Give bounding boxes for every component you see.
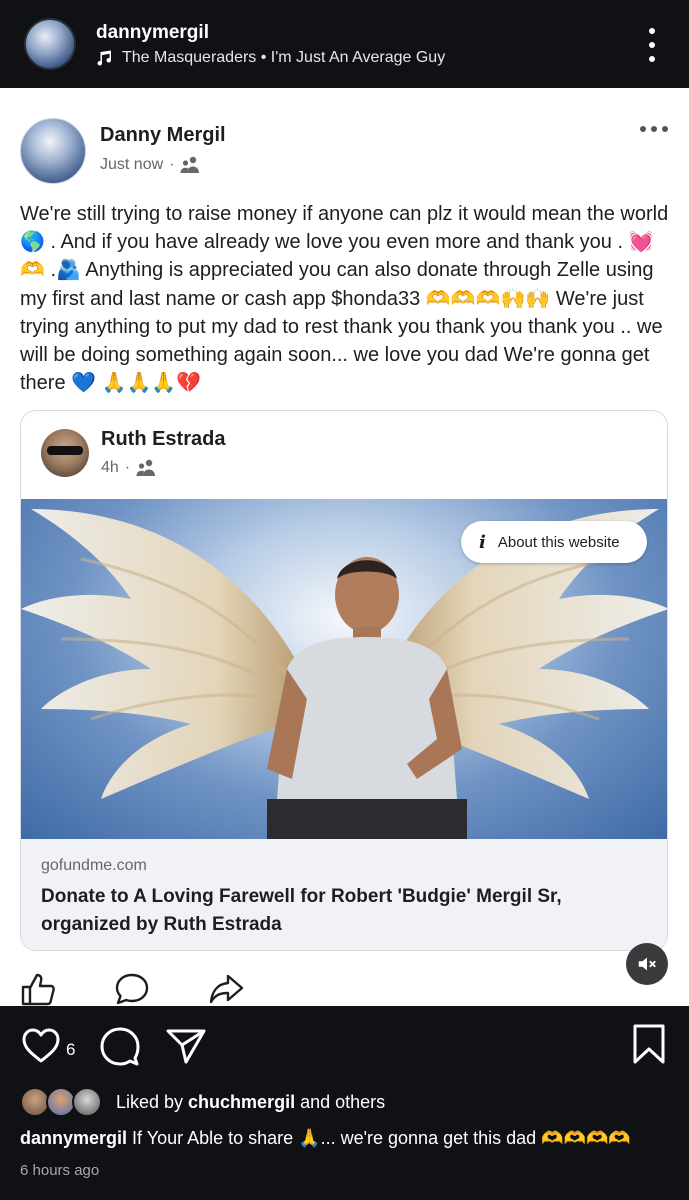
caption-text: If Your Able to share 🙏... we're gonna g…	[127, 1128, 631, 1148]
avatar	[72, 1087, 102, 1117]
link-domain: gofundme.com	[41, 857, 147, 874]
link-title: Donate to A Loving Farewell for Robert '…	[41, 886, 562, 935]
info-icon: i	[479, 531, 486, 553]
fb-post-meta: Just now ·	[100, 156, 200, 174]
mute-button[interactable]	[626, 943, 668, 985]
meta-dot: ·	[169, 156, 175, 173]
more-vertical-icon[interactable]	[640, 28, 664, 62]
friends-icon	[180, 156, 200, 173]
fb-author-avatar[interactable]	[20, 118, 86, 184]
heart-icon[interactable]	[22, 1028, 60, 1064]
link-preview-footer[interactable]: gofundme.com Donate to A Loving Farewell…	[21, 839, 667, 950]
bookmark-icon[interactable]	[632, 1024, 666, 1064]
share-icon[interactable]	[208, 972, 244, 1006]
caption-username[interactable]: dannymergil	[20, 1128, 127, 1148]
liked-by-text: Liked by chuchmergil and others	[116, 1091, 386, 1112]
liked-by-avatars	[20, 1087, 106, 1117]
ig-music-label: The Masqueraders • I'm Just An Average G…	[122, 49, 446, 66]
fb-post-text: We're still trying to raise money if any…	[20, 203, 674, 395]
mute-icon	[638, 957, 656, 971]
meta-dot: ·	[124, 459, 131, 476]
fb-action-bar	[20, 972, 244, 1006]
fb-more-icon[interactable]	[640, 126, 668, 132]
ig-username[interactable]: dannymergil	[96, 22, 209, 44]
shared-post-time: 4h	[101, 459, 119, 476]
share-icon[interactable]	[166, 1028, 206, 1064]
shared-author-name[interactable]: Ruth Estrada	[101, 428, 225, 451]
ig-caption: dannymergil If Your Able to share 🙏... w…	[20, 1128, 680, 1149]
liked-by-row[interactable]: Liked by chuchmergil and others	[20, 1086, 385, 1118]
ig-music-info[interactable]: The Masqueraders • I'm Just An Average G…	[96, 49, 445, 67]
liked-by-user[interactable]: chuchmergil	[188, 1092, 295, 1112]
music-note-icon	[97, 50, 112, 66]
ig-avatar[interactable]	[24, 18, 76, 70]
fb-post-time: Just now	[100, 156, 164, 173]
fb-post-screenshot: Danny Mergil Just now · We're still tryi…	[0, 88, 689, 1006]
about-website-button[interactable]: i About this website	[461, 521, 647, 563]
post-timestamp: 6 hours ago	[20, 1162, 100, 1179]
shared-post[interactable]: Ruth Estrada 4h · i About this website g…	[20, 410, 668, 951]
fb-author-name[interactable]: Danny Mergil	[100, 124, 226, 147]
comment-icon[interactable]	[100, 1026, 140, 1066]
like-count[interactable]: 6	[66, 1040, 75, 1060]
about-website-label: About this website	[497, 533, 620, 551]
memorial-photo-person	[267, 557, 467, 839]
shared-author-avatar[interactable]	[41, 429, 89, 477]
friends-icon	[136, 459, 156, 476]
comment-icon[interactable]	[114, 972, 150, 1006]
like-icon[interactable]	[20, 972, 56, 1006]
shared-post-meta: 4h ·	[101, 459, 156, 477]
link-preview-image[interactable]: i About this website	[21, 499, 667, 839]
ig-header: dannymergil The Masqueraders • I'm Just …	[0, 0, 689, 88]
ig-action-bar: 6	[0, 1006, 689, 1076]
